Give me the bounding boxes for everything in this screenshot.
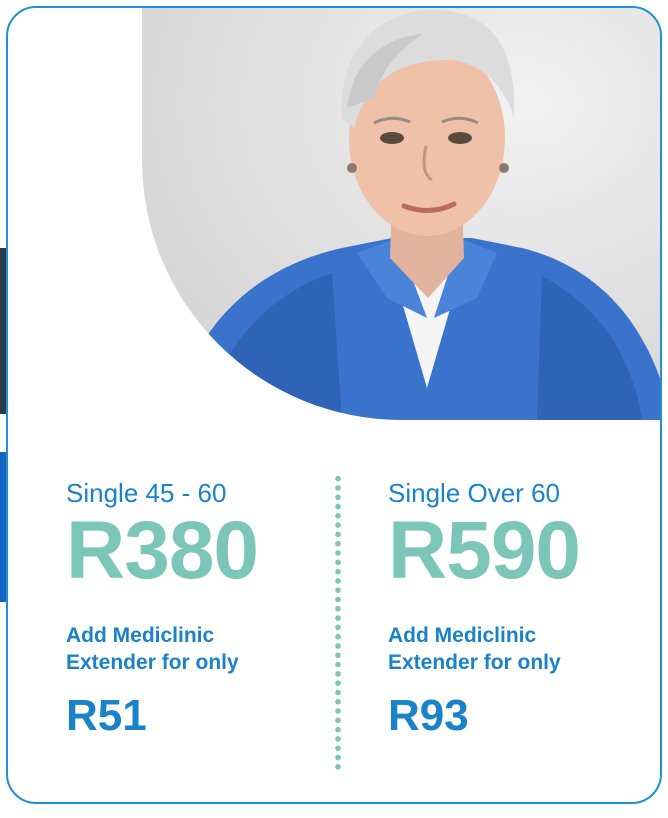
- woman-illustration: [172, 9, 660, 420]
- woman-photo: [142, 8, 660, 420]
- extender-line-2: Extender for only: [66, 651, 239, 674]
- extender-price: R93: [388, 691, 469, 740]
- plan-price: R380: [66, 505, 259, 596]
- plan-single-45-60: Single 45 - 60 R380 Add Mediclinic Exten…: [66, 478, 259, 740]
- extender-line-1: Add Mediclinic: [66, 624, 215, 647]
- extender-line-2: Extender for only: [388, 651, 561, 674]
- dotted-divider: [334, 474, 342, 772]
- extender-price: R51: [66, 691, 147, 740]
- plan-label: Single 45 - 60: [66, 478, 227, 508]
- extender-text: Add Mediclinic Extender for only: [66, 622, 258, 676]
- extender-line-1: Add Mediclinic: [388, 624, 537, 647]
- plan-price: R590: [388, 505, 581, 596]
- plan-label: Single Over 60: [388, 478, 560, 508]
- pricing-card: Single 45 - 60 R380 Add Mediclinic Exten…: [6, 6, 662, 804]
- extender-text: Add Mediclinic Extender for only: [388, 622, 580, 676]
- plan-single-over-60: Single Over 60 R590 Add Mediclinic Exten…: [388, 478, 581, 740]
